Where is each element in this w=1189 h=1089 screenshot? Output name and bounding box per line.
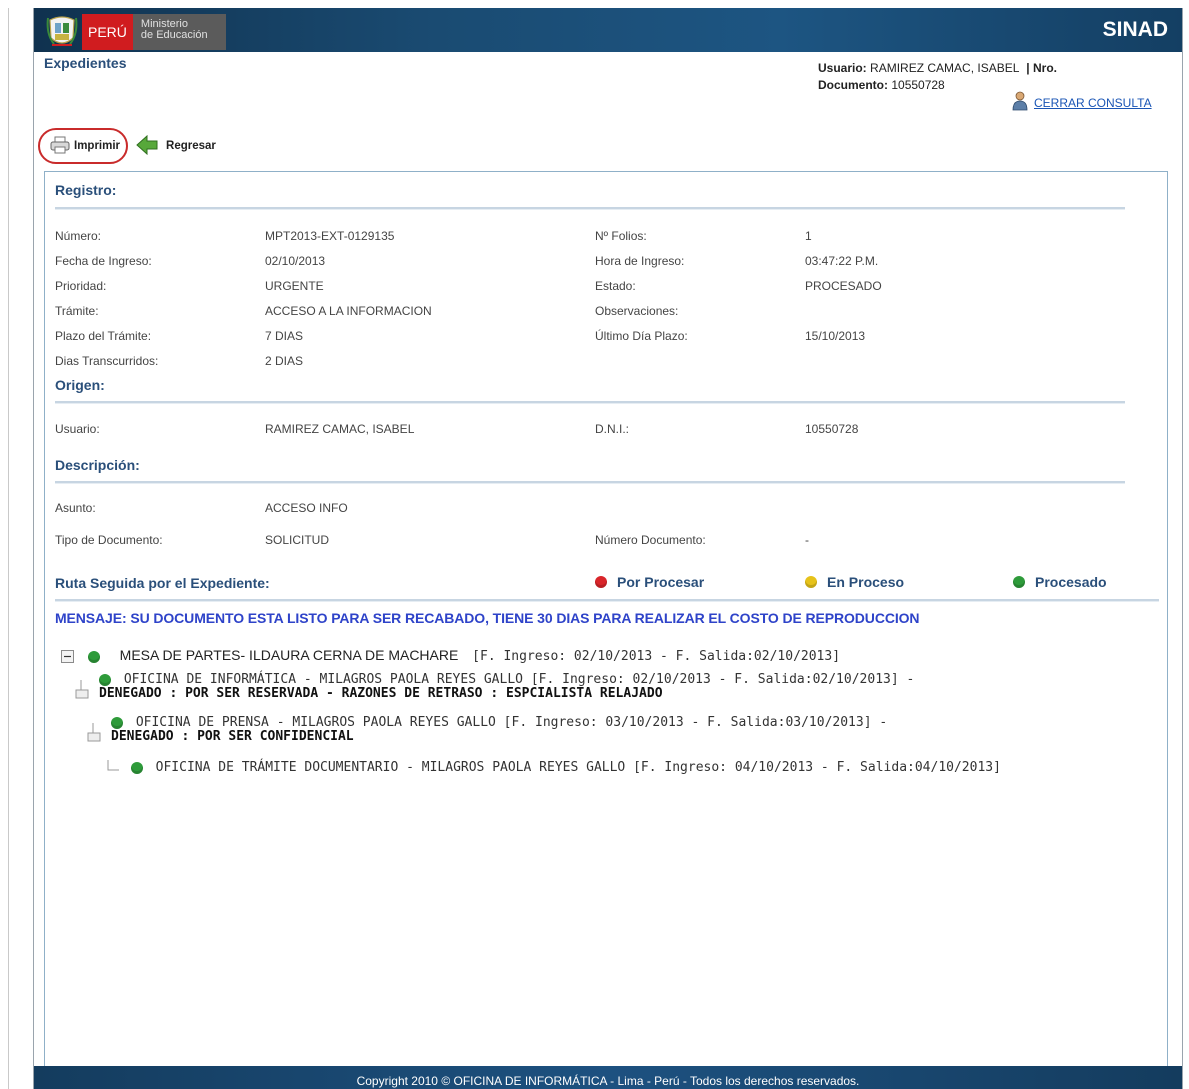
user-icon <box>1012 91 1028 114</box>
tramite-label: Trámite: <box>55 304 99 318</box>
tree-node-mesa-partes[interactable]: MESA DE PARTES- ILDAURA CERNA DE MACHARE… <box>61 647 840 664</box>
footer: Copyright 2010 © OFICINA DE INFORMÁTICA … <box>34 1066 1182 1089</box>
descripcion-title: Descripción: <box>55 457 140 473</box>
node-text: OFICINA DE PRENSA - MILAGROS PAOLA REYES… <box>135 715 888 730</box>
estado-label: Estado: <box>595 279 636 293</box>
app-name: SINAD <box>1102 18 1168 41</box>
ultimo-dia-value: 15/10/2013 <box>805 329 866 343</box>
documento-label: Documento: <box>818 78 888 92</box>
print-label: Imprimir <box>74 140 121 152</box>
minedu-logo: PERÚ Ministerio de Educación <box>46 12 226 52</box>
expediente-panel: Registro: Número: MPT2013-EXT-0129135 Nº… <box>44 171 1168 1083</box>
ultimo-dia-label: Último Día Plazo: <box>595 329 688 343</box>
header-bar: PERÚ Ministerio de Educación SINAD <box>34 8 1182 52</box>
collapse-icon[interactable] <box>61 650 74 663</box>
node-name: MESA DE PARTES- ILDAURA CERNA DE MACHARE <box>119 647 459 663</box>
dni-label: D.N.I.: <box>595 422 630 436</box>
plazo-value: 7 DIAS <box>265 329 304 343</box>
origen-usuario-label: Usuario: <box>55 422 100 436</box>
prioridad-label: Prioridad: <box>55 279 107 293</box>
numero-label: Número: <box>55 229 102 243</box>
printer-icon <box>50 136 70 157</box>
mensaje: MENSAJE: SU DOCUMENTO ESTA LISTO PARA SE… <box>55 610 920 626</box>
node-status: DENEGADO : POR SER CONFIDENCIAL <box>111 729 354 744</box>
folios-label: Nº Folios: <box>595 229 647 243</box>
nro-label: | Nro. <box>1026 61 1057 75</box>
origen-usuario-value: RAMIREZ CAMAC, ISABEL <box>265 422 415 436</box>
usuario-value: RAMIREZ CAMAC, ISABEL <box>870 61 1019 75</box>
tree-node-tramite-documentario[interactable]: OFICINA DE TRÁMITE DOCUMENTARIO - MILAGR… <box>105 760 1001 780</box>
hora-ingreso-label: Hora de Ingreso: <box>595 254 685 268</box>
coat-of-arms-icon <box>46 14 78 50</box>
numero-documento-label: Número Documento: <box>595 533 706 547</box>
doc-node-icon <box>87 723 101 747</box>
ruta-separator <box>55 599 1159 602</box>
page-title: Expedientes <box>44 55 127 71</box>
ministry-label: Ministerio de Educación <box>132 14 226 50</box>
registro-title: Registro: <box>55 182 117 198</box>
ministry-line2: de Educación <box>140 29 208 41</box>
logout-link[interactable]: CERRAR CONSULTA <box>1034 96 1152 110</box>
toolbar: Imprimir Regresar <box>38 126 216 166</box>
tree-node-informatica[interactable]: OFICINA DE INFORMÁTICA - MILAGROS PAOLA … <box>75 672 914 701</box>
legend-label: Por Procesar <box>617 574 705 590</box>
dias-transcurridos-value: 2 DIAS <box>265 354 304 368</box>
page-edge <box>8 8 9 1089</box>
observaciones-label: Observaciones: <box>595 304 679 318</box>
logout[interactable]: CERRAR CONSULTA <box>1012 91 1152 114</box>
peru-label: PERÚ <box>82 14 133 50</box>
legend-en-proceso: En Proceso <box>805 574 904 590</box>
plazo-label: Plazo del Trámite: <box>55 329 152 343</box>
green-status-icon <box>111 716 123 729</box>
tree-connector-icon <box>105 760 121 780</box>
documento-value: 10550728 <box>891 78 945 92</box>
node-status: DENEGADO : POR SER RESERVADA - RAZONES D… <box>99 686 663 701</box>
fecha-ingreso-label: Fecha de Ingreso: <box>55 254 152 268</box>
tipo-documento-value: SOLICITUD <box>265 533 330 547</box>
node-text: OFICINA DE TRÁMITE DOCUMENTARIO - MILAGR… <box>155 760 1001 775</box>
estado-value: PROCESADO <box>805 279 882 293</box>
print-button[interactable]: Imprimir <box>38 128 129 164</box>
dni-value: 10550728 <box>805 422 859 436</box>
tree-node-prensa[interactable]: OFICINA DE PRENSA - MILAGROS PAOLA REYES… <box>87 715 887 744</box>
tramite-value: ACCESO A LA INFORMACION <box>265 304 432 318</box>
green-status-icon <box>1013 576 1025 588</box>
registro-separator <box>55 207 1125 210</box>
asunto-value: ACCESO INFO <box>265 501 348 515</box>
back-label: Regresar <box>166 140 216 152</box>
fecha-ingreso-value: 02/10/2013 <box>265 254 326 268</box>
doc-node-icon <box>75 680 89 704</box>
app-window: PERÚ Ministerio de Educación SINAD Exped… <box>33 8 1183 1089</box>
green-status-icon <box>130 761 143 774</box>
origen-title: Origen: <box>55 377 105 393</box>
usuario-label: Usuario: <box>818 61 867 75</box>
dias-transcurridos-label: Dias Transcurridos: <box>55 354 159 368</box>
node-dates: [F. Ingreso: 02/10/2013 - F. Salida:02/1… <box>472 649 841 664</box>
legend-por-procesar: Por Procesar <box>595 574 704 590</box>
asunto-label: Asunto: <box>55 501 96 515</box>
green-status-icon <box>87 650 100 663</box>
prioridad-value: URGENTE <box>265 279 324 293</box>
node-text: OFICINA DE INFORMÁTICA - MILAGROS PAOLA … <box>123 672 915 687</box>
green-status-icon <box>99 673 111 686</box>
tipo-documento-label: Tipo de Documento: <box>55 533 163 547</box>
numero-value: MPT2013-EXT-0129135 <box>265 229 395 243</box>
legend-label: En Proceso <box>827 574 905 590</box>
ruta-title: Ruta Seguida por el Expediente: <box>55 575 270 591</box>
numero-documento-value: - <box>805 533 809 547</box>
hora-ingreso-value: 03:47:22 P.M. <box>805 254 879 268</box>
user-info: Usuario: RAMIREZ CAMAC, ISABEL | Nro. Do… <box>818 60 1118 94</box>
back-button[interactable]: Regresar <box>136 134 216 158</box>
yellow-status-icon <box>805 576 817 588</box>
legend-procesado: Procesado <box>1013 574 1107 590</box>
red-status-icon <box>595 576 607 588</box>
back-arrow-icon <box>136 134 158 158</box>
folios-value: 1 <box>805 229 812 243</box>
descripcion-separator <box>55 481 1125 484</box>
legend-label: Procesado <box>1035 574 1107 590</box>
origen-separator <box>55 401 1125 404</box>
